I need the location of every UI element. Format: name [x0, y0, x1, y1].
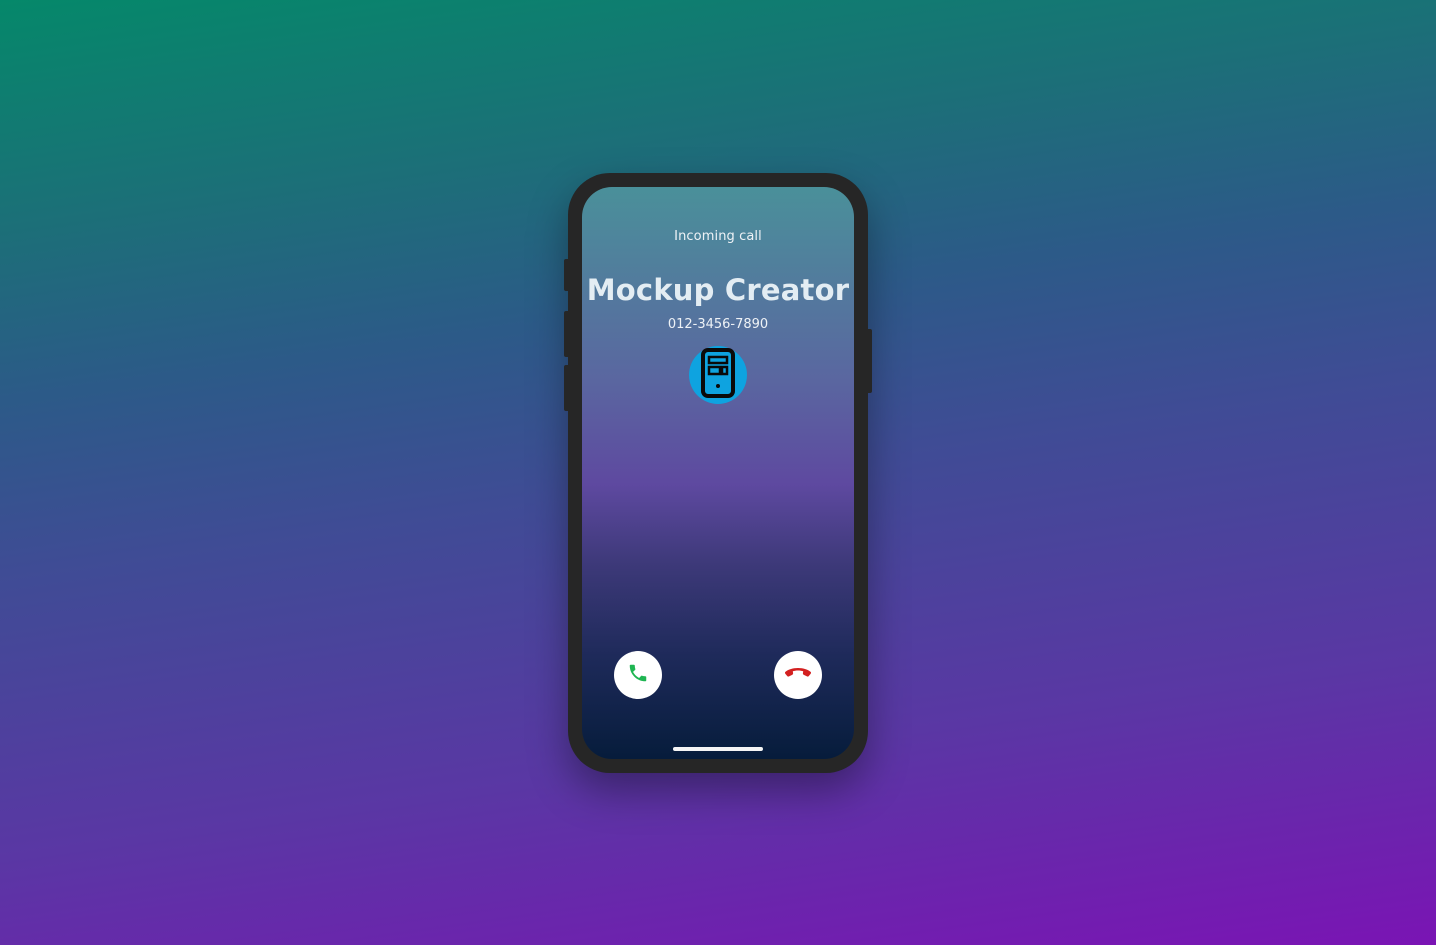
mute-switch	[564, 259, 568, 291]
caller-name: Mockup Creator	[586, 273, 850, 307]
accept-call-button[interactable]	[614, 651, 662, 699]
phone-mockup: Incoming call Mockup Creator 012-3456-78…	[564, 173, 872, 773]
phone-accept-icon	[627, 662, 649, 688]
volume-up-button	[564, 311, 568, 357]
caller-avatar	[689, 346, 747, 404]
phone-screen: Incoming call Mockup Creator 012-3456-78…	[582, 187, 854, 759]
call-status-label: Incoming call	[674, 229, 762, 244]
volume-down-button	[564, 365, 568, 411]
decline-call-button[interactable]	[774, 651, 822, 699]
mobile-phone-icon	[701, 348, 735, 402]
home-indicator[interactable]	[673, 747, 763, 751]
caller-number: 012-3456-7890	[667, 317, 769, 332]
power-button	[868, 329, 872, 393]
phone-decline-icon	[784, 665, 812, 685]
